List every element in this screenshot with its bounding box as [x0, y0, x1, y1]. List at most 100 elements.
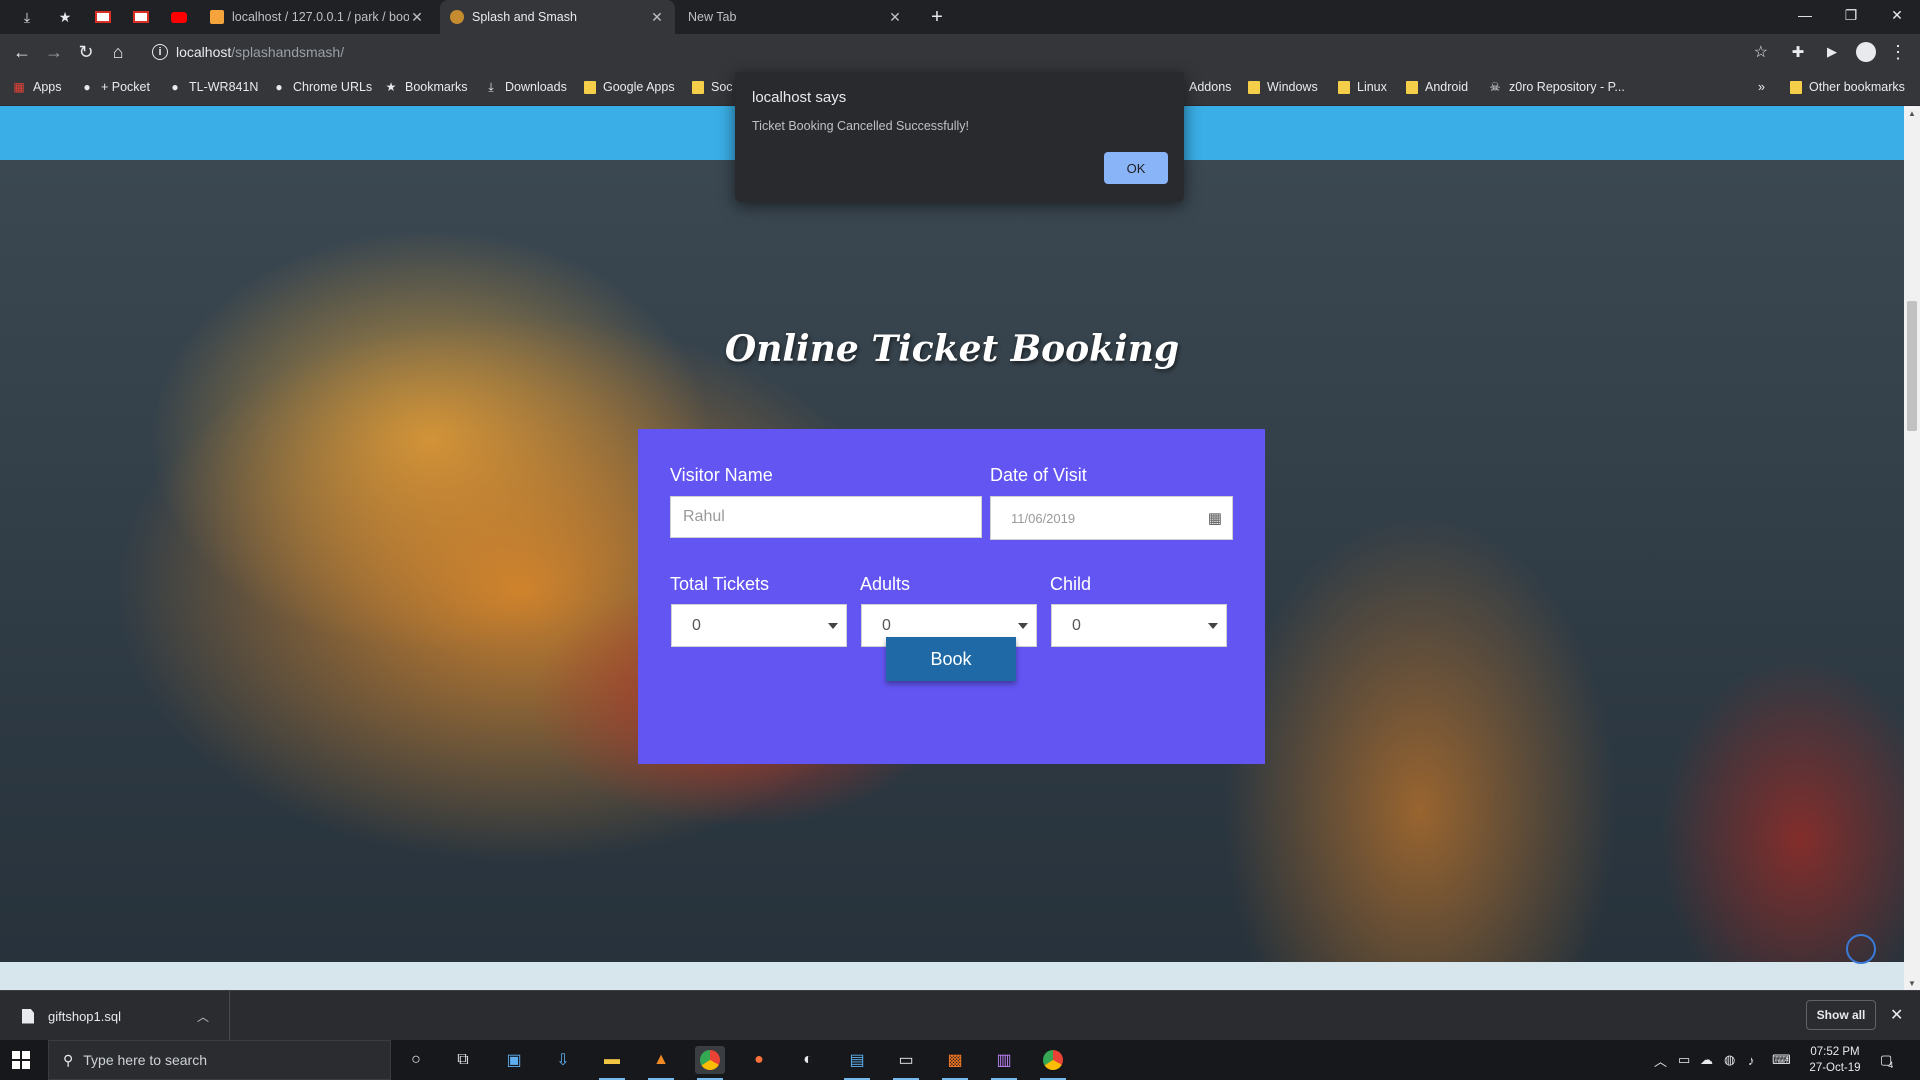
page-scrollbar[interactable]: ▲ ▼	[1904, 106, 1920, 990]
task-view-icon[interactable]: ⧉	[448, 1046, 478, 1074]
tab-new-tab[interactable]: New Tab ✕	[678, 0, 913, 34]
url-text: localhost/splashandsmash/	[176, 44, 344, 60]
visitor-name-input[interactable]: Rahul	[670, 496, 982, 538]
bookmark-pocket[interactable]: ● + Pocket	[80, 80, 150, 94]
window-close-icon[interactable]: ✕	[1874, 0, 1920, 30]
media-play-icon[interactable]: ▶	[1818, 38, 1846, 66]
close-icon[interactable]: ✕	[887, 9, 903, 26]
folder-icon	[692, 80, 704, 94]
date-value: 11/06/2019	[1011, 510, 1076, 526]
download-item[interactable]: giftshop1.sql ︿	[0, 991, 230, 1041]
file-explorer-icon[interactable]: ▬	[597, 1046, 627, 1080]
bookmark-bookmarks[interactable]: ★ Bookmarks	[384, 80, 468, 94]
site-info-icon[interactable]: i	[152, 44, 168, 60]
xampp-icon[interactable]: ▩	[940, 1046, 970, 1080]
bookmark-folder-windows[interactable]: Windows	[1248, 80, 1318, 94]
bookmark-star-icon[interactable]: ☆	[1754, 42, 1768, 62]
calendar-icon[interactable]: ▦	[1208, 509, 1222, 527]
firefox-icon[interactable]: ●	[744, 1046, 774, 1074]
keyboard-icon[interactable]: ⌨	[1772, 1040, 1791, 1080]
total-tickets-label: Total Tickets	[670, 574, 770, 594]
bookmark-folder-google-apps[interactable]: Google Apps	[584, 80, 675, 94]
bookmarks-overflow-icon[interactable]: »	[1758, 80, 1765, 94]
clock-date: 27-Oct-19	[1809, 1062, 1861, 1074]
profile-avatar-icon[interactable]	[1852, 38, 1880, 66]
bookmark-folder-soc[interactable]: Soc	[692, 80, 733, 94]
explorer-window-icon[interactable]: ▭	[891, 1046, 921, 1080]
date-of-visit-label: Date of Visit	[990, 465, 1087, 485]
outlook-icon[interactable]: ▤	[842, 1046, 872, 1080]
scrollbar-thumb[interactable]	[1907, 301, 1917, 431]
bookmark-apps[interactable]: ▦ Apps	[12, 80, 61, 94]
new-tab-button[interactable]: +	[918, 0, 956, 34]
bookmark-folder-android[interactable]: Android	[1406, 80, 1468, 94]
alert-ok-button[interactable]: OK	[1104, 152, 1168, 184]
reload-icon[interactable]: ↻	[72, 38, 100, 66]
url-host: localhost	[176, 44, 232, 60]
windows-taskbar: ⚲ Type here to search ○ ⧉ ▣ ⇩ ▬ ▲ ● ◐ ▤ …	[0, 1040, 1920, 1080]
visitor-name-value: Rahul	[683, 508, 725, 525]
notifications-icon[interactable]: ▢ 4	[1880, 1040, 1893, 1080]
star-icon[interactable]: ★	[46, 0, 84, 34]
minimize-icon[interactable]: —	[1782, 0, 1828, 30]
youtube-icon[interactable]	[160, 0, 198, 34]
child-value: 0	[1072, 616, 1081, 634]
extensions-icon[interactable]: ✚	[1784, 38, 1812, 66]
tray-chevron-up-icon[interactable]: ︿	[1654, 1040, 1667, 1080]
winrar-icon[interactable]: ▥	[989, 1046, 1019, 1080]
chrome-icon[interactable]	[1038, 1046, 1068, 1080]
network-share-icon[interactable]: ⇩	[548, 1046, 578, 1074]
photos-icon[interactable]: ◐	[793, 1046, 823, 1074]
vlc-icon[interactable]: ▲	[646, 1046, 676, 1080]
taskbar-clock[interactable]: 07:52 PM 27-Oct-19	[1800, 1044, 1870, 1076]
globe-icon: ●	[83, 80, 91, 94]
address-bar[interactable]: i localhost/splashandsmash/ ☆	[140, 37, 1780, 67]
store-icon[interactable]: ▣	[499, 1046, 529, 1074]
close-shelf-icon[interactable]: ✕	[1890, 1005, 1903, 1025]
alert-dialog: localhost says Ticket Booking Cancelled …	[735, 72, 1184, 202]
scroll-up-icon[interactable]: ▲	[1904, 106, 1920, 120]
display-icon[interactable]: ▭	[1678, 1040, 1690, 1080]
network-globe-icon[interactable]: ◍	[1724, 1040, 1735, 1080]
book-button[interactable]: Book	[886, 637, 1016, 681]
forward-icon[interactable]: →	[40, 38, 68, 66]
floating-chat-icon[interactable]	[1846, 934, 1876, 964]
chevron-down-icon	[1018, 622, 1028, 629]
tab-label: New Tab	[688, 10, 737, 24]
gmail-icon[interactable]	[122, 0, 160, 34]
bookmark-folder-linux[interactable]: Linux	[1338, 80, 1387, 94]
home-icon[interactable]: ⌂	[104, 38, 132, 66]
child-select[interactable]: 0	[1051, 604, 1227, 647]
bookmark-downloads[interactable]: ⤓ Downloads	[484, 80, 567, 95]
gmail-icon[interactable]	[84, 0, 122, 34]
page-title: Online Ticket Booking	[724, 328, 1180, 370]
windows-start-icon[interactable]	[12, 1051, 30, 1069]
booking-form: Visitor Name Rahul Date of Visit 11/06/2…	[638, 429, 1265, 764]
notification-count: 4	[1888, 1060, 1894, 1070]
volume-icon[interactable]: ♪	[1748, 1040, 1755, 1080]
download-shelf: giftshop1.sql ︿ Show all ✕	[0, 990, 1920, 1041]
back-icon[interactable]: ←	[8, 38, 36, 66]
total-tickets-select[interactable]: 0	[671, 604, 847, 647]
restore-icon[interactable]: ❐	[1828, 0, 1874, 30]
bookmark-z0ro-repository[interactable]: ☠ z0ro Repository - P...	[1488, 80, 1625, 94]
close-icon[interactable]: ✕	[409, 9, 425, 26]
bookmark-chrome-urls[interactable]: ● Chrome URLs	[272, 80, 372, 94]
tab-splash-and-smash[interactable]: Splash and Smash ✕	[440, 0, 675, 34]
close-icon[interactable]: ✕	[649, 9, 665, 26]
adults-value: 0	[882, 616, 891, 634]
taskbar-search-box[interactable]: ⚲ Type here to search	[48, 1040, 391, 1080]
bookmark-tl-wr841n[interactable]: ● TL-WR841N	[168, 80, 258, 94]
chevron-up-icon[interactable]: ︿	[197, 1008, 209, 1025]
star-icon: ★	[385, 80, 397, 94]
scroll-down-icon[interactable]: ▼	[1904, 976, 1920, 990]
show-all-button[interactable]: Show all	[1806, 1000, 1876, 1030]
bookmark-other-bookmarks[interactable]: Other bookmarks	[1790, 80, 1905, 94]
chrome-menu-icon[interactable]: ⋮	[1884, 38, 1912, 66]
chrome-icon[interactable]	[695, 1046, 725, 1080]
onedrive-icon[interactable]: ☁	[1700, 1040, 1713, 1080]
download-icon[interactable]: ⤓	[8, 0, 46, 34]
date-of-visit-input[interactable]: 11/06/2019 ▦	[990, 496, 1233, 540]
cortana-icon[interactable]: ○	[401, 1046, 431, 1074]
tab-phpmyadmin[interactable]: localhost / 127.0.0.1 / park / boo ✕	[200, 0, 435, 34]
